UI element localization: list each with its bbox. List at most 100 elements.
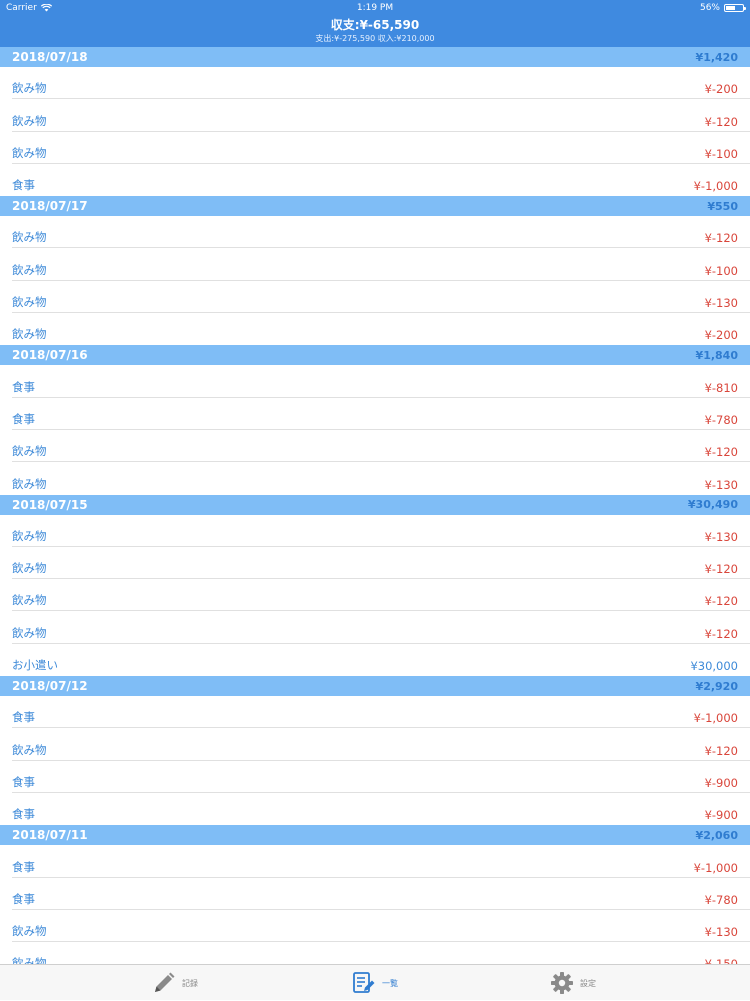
transaction-amount: ¥-130 bbox=[704, 925, 738, 940]
transaction-row[interactable]: 飲み物 ¥-130 bbox=[0, 281, 750, 314]
transaction-row[interactable]: 飲み物 ¥-120 bbox=[0, 547, 750, 580]
section-total: ¥1,420 bbox=[695, 50, 738, 64]
transaction-row[interactable]: 食事 ¥-1,000 bbox=[0, 845, 750, 878]
transaction-row[interactable]: 飲み物 ¥-100 bbox=[0, 132, 750, 164]
transaction-amount: ¥-130 bbox=[704, 529, 738, 544]
transaction-amount: ¥-780 bbox=[704, 412, 738, 427]
transaction-row[interactable]: 飲み物 ¥-120 bbox=[0, 611, 750, 644]
transaction-amount: ¥30,000 bbox=[690, 659, 738, 674]
transaction-amount: ¥-1,000 bbox=[693, 860, 738, 875]
section-date: 2018/07/16 bbox=[12, 348, 88, 363]
tab-list[interactable]: 一覧 bbox=[352, 965, 398, 1001]
transaction-category: 飲み物 bbox=[12, 145, 47, 160]
tab-list-label: 一覧 bbox=[382, 978, 398, 988]
transaction-row[interactable]: 飲み物 ¥-120 bbox=[0, 99, 750, 132]
transaction-amount: ¥-100 bbox=[704, 263, 738, 278]
transaction-row[interactable]: 飲み物 ¥-130 bbox=[0, 515, 750, 547]
transaction-category: 飲み物 bbox=[12, 476, 47, 491]
transaction-row[interactable]: 食事 ¥-810 bbox=[0, 365, 750, 398]
balance-title: 収支:¥-65,590 bbox=[330, 18, 420, 32]
transaction-category: 飲み物 bbox=[12, 113, 47, 128]
transaction-category: 食事 bbox=[12, 807, 35, 822]
transaction-list[interactable]: 2018/07/18 ¥1,420 飲み物 ¥-200 飲み物 ¥-120 飲み物 ¥-100… bbox=[0, 47, 750, 964]
section-total: ¥2,060 bbox=[695, 828, 738, 842]
transaction-row[interactable]: 飲み物 ¥-200 bbox=[0, 313, 750, 345]
transaction-amount: ¥-1,000 bbox=[693, 711, 738, 726]
section-header: 2018/07/18 ¥1,420 bbox=[0, 47, 750, 67]
transaction-row[interactable]: 飲み物 ¥-120 bbox=[0, 728, 750, 761]
section-total: ¥2,920 bbox=[695, 679, 738, 693]
transaction-row[interactable]: 飲み物 ¥-150 bbox=[0, 942, 750, 964]
transaction-amount: ¥-130 bbox=[704, 296, 738, 311]
transaction-row[interactable]: お小遣い ¥30,000 bbox=[0, 644, 750, 676]
tab-settings[interactable]: 設定 bbox=[550, 965, 596, 1001]
transaction-amount: ¥-200 bbox=[704, 82, 738, 97]
battery-icon bbox=[724, 4, 746, 12]
transaction-row[interactable]: 飲み物 ¥-200 bbox=[0, 67, 750, 100]
transaction-amount: ¥-780 bbox=[704, 892, 738, 907]
transaction-amount: ¥-1,000 bbox=[693, 179, 738, 194]
section-header: 2018/07/12 ¥2,920 bbox=[0, 676, 750, 697]
transaction-category: 飲み物 bbox=[12, 742, 47, 757]
transaction-row[interactable]: 食事 ¥-780 bbox=[0, 878, 750, 910]
transaction-category: 食事 bbox=[12, 774, 35, 789]
transaction-row[interactable]: 飲み物 ¥-130 bbox=[0, 910, 750, 943]
transaction-amount: ¥-200 bbox=[704, 328, 738, 343]
section-date: 2018/07/17 bbox=[12, 199, 88, 214]
section-items: 食事 ¥-810 食事 ¥-780 飲み物 ¥-120 飲み物 ¥-130 bbox=[0, 365, 750, 494]
transaction-row[interactable]: 食事 ¥-780 bbox=[0, 398, 750, 430]
section-date: 2018/07/12 bbox=[12, 679, 88, 694]
transaction-category: 飲み物 bbox=[12, 262, 47, 277]
transaction-category: 食事 bbox=[12, 411, 35, 426]
transaction-row[interactable]: 飲み物 ¥-100 bbox=[0, 248, 750, 281]
transaction-row[interactable]: 食事 ¥-1,000 bbox=[0, 696, 750, 729]
transaction-row[interactable]: 飲み物 ¥-120 bbox=[0, 430, 750, 463]
section-header: 2018/07/16 ¥1,840 bbox=[0, 345, 750, 366]
transaction-category: 飲み物 bbox=[12, 561, 47, 576]
section-date: 2018/07/15 bbox=[12, 497, 88, 512]
transaction-amount: ¥-120 bbox=[704, 445, 738, 460]
transaction-amount: ¥-130 bbox=[704, 477, 738, 492]
transaction-amount: ¥-150 bbox=[705, 957, 738, 964]
transaction-amount: ¥-120 bbox=[704, 626, 738, 641]
transaction-category: 飲み物 bbox=[12, 295, 47, 310]
transaction-category: お小遣い bbox=[12, 658, 58, 673]
status-bar: Carrier 1:19 PM 56% bbox=[0, 0, 750, 16]
transaction-category: 食事 bbox=[12, 891, 35, 906]
transaction-category: 食事 bbox=[12, 178, 35, 193]
transaction-amount: ¥-900 bbox=[704, 808, 738, 823]
transaction-row[interactable]: 飲み物 ¥-130 bbox=[0, 462, 750, 494]
section-items: 食事 ¥-1,000 食事 ¥-780 飲み物 ¥-130 飲み物 ¥-150 bbox=[0, 845, 750, 964]
transaction-category: 食事 bbox=[12, 859, 35, 874]
section-items: 飲み物 ¥-130 飲み物 ¥-120 飲み物 ¥-120 飲み物 ¥-120 お小遣い ¥30,… bbox=[0, 515, 750, 676]
transaction-amount: ¥-120 bbox=[704, 562, 738, 577]
tab-record-label: 記録 bbox=[182, 978, 198, 988]
transaction-amount: ¥-900 bbox=[704, 775, 738, 790]
gear-icon bbox=[551, 972, 573, 994]
transaction-amount: ¥-120 bbox=[704, 231, 738, 246]
section-date: 2018/07/18 bbox=[12, 50, 88, 64]
section-header: 2018/07/15 ¥30,490 bbox=[0, 494, 750, 515]
tab-settings-label: 設定 bbox=[580, 978, 596, 988]
transaction-row[interactable]: 食事 ¥-900 bbox=[0, 761, 750, 793]
pencil-icon bbox=[155, 972, 175, 992]
transaction-amount: ¥-100 bbox=[704, 146, 738, 161]
transaction-row[interactable]: 飲み物 ¥-120 bbox=[0, 216, 750, 249]
transaction-category: 飲み物 bbox=[12, 528, 47, 543]
transaction-category: 飲み物 bbox=[12, 625, 47, 640]
balance-subtitle: 支出:¥-275,590 収入:¥210,000 bbox=[315, 34, 435, 43]
transaction-row[interactable]: 食事 ¥-900 bbox=[0, 793, 750, 825]
transaction-amount: ¥-120 bbox=[704, 114, 738, 129]
section-items: 飲み物 ¥-120 飲み物 ¥-100 飲み物 ¥-130 飲み物 ¥-200 bbox=[0, 216, 750, 345]
status-time: 1:19 PM bbox=[356, 3, 394, 13]
transaction-category: 飲み物 bbox=[12, 81, 47, 96]
transaction-row[interactable]: 食事 ¥-1,000 bbox=[0, 164, 750, 196]
transaction-category: 食事 bbox=[12, 379, 35, 394]
transaction-category: 飲み物 bbox=[12, 444, 47, 459]
tab-record[interactable]: 記録 bbox=[152, 965, 198, 1001]
battery-percent: 56% bbox=[699, 3, 720, 13]
transaction-row[interactable]: 飲み物 ¥-120 bbox=[0, 579, 750, 612]
tab-bar: 記録 一覧 設定 bbox=[0, 964, 750, 1000]
transaction-category: 食事 bbox=[12, 710, 35, 725]
section-items: 飲み物 ¥-200 飲み物 ¥-120 飲み物 ¥-100 食事 ¥-1,000 bbox=[0, 67, 750, 196]
